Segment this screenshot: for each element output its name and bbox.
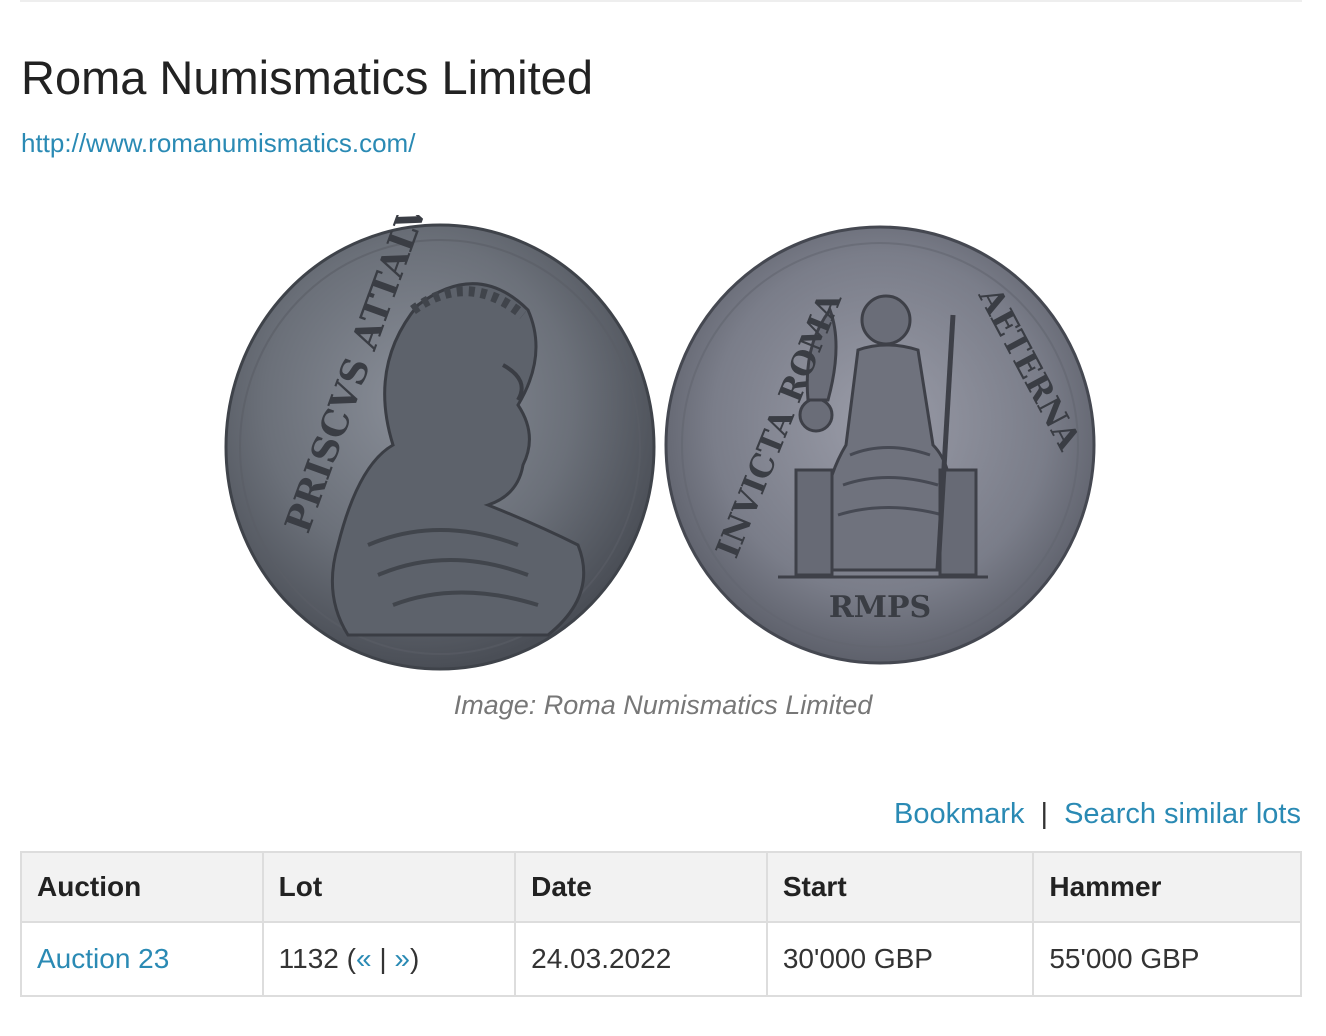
page-title: Roma Numismatics Limited [21,51,593,104]
next-lot-link[interactable]: » [394,943,410,974]
column-header-lot: Lot [261,851,517,923]
lot-cell: 1132 (« | ») [261,921,517,997]
lot-nav-separator: | [371,943,395,974]
start-price-cell: 30'000 GBP [765,921,1035,997]
date-cell: 24.03.2022 [514,921,768,997]
actions-separator: | [1040,798,1049,830]
column-header-date: Date [514,851,768,923]
table-header-row: Auction Lot Date Start Hammer [20,851,1302,923]
table-row: Auction 23 1132 (« | ») 24.03.2022 30'00… [20,921,1302,997]
website-link[interactable]: http://www.romanumismatics.com/ [21,127,415,159]
coin-obverse: PRISCVS ATTALVS [224,215,656,671]
coin-image[interactable]: PRISCVS ATTALVS RMPS INVICTA ROMA AETERN… [0,215,1326,675]
coin-photo: PRISCVS ATTALVS RMPS INVICTA ROMA AETERN… [224,215,1096,671]
lot-paren-close: ) [409,943,420,974]
lot-actions: Bookmark | Search similar lots [894,795,1301,833]
image-caption: Image: Roma Numismatics Limited [453,690,873,720]
auction-link[interactable]: Auction 23 [37,943,169,974]
lot-paren-open: ( [338,943,356,974]
column-header-auction: Auction [20,851,264,923]
lot-table: Auction Lot Date Start Hammer Auction 23… [20,851,1302,997]
coin-reverse: RMPS INVICTA ROMA AETERNA [664,225,1096,665]
column-header-start: Start [765,851,1035,923]
auction-cell: Auction 23 [20,921,264,997]
top-divider [20,0,1302,2]
bookmark-link[interactable]: Bookmark [894,798,1025,830]
svg-text:RMPS: RMPS [829,590,931,625]
column-header-hammer: Hammer [1032,851,1302,923]
hammer-price-cell: 55'000 GBP [1032,921,1302,997]
previous-lot-link[interactable]: « [356,943,372,974]
lot-number: 1132 [278,943,339,974]
search-similar-link[interactable]: Search similar lots [1064,798,1301,830]
